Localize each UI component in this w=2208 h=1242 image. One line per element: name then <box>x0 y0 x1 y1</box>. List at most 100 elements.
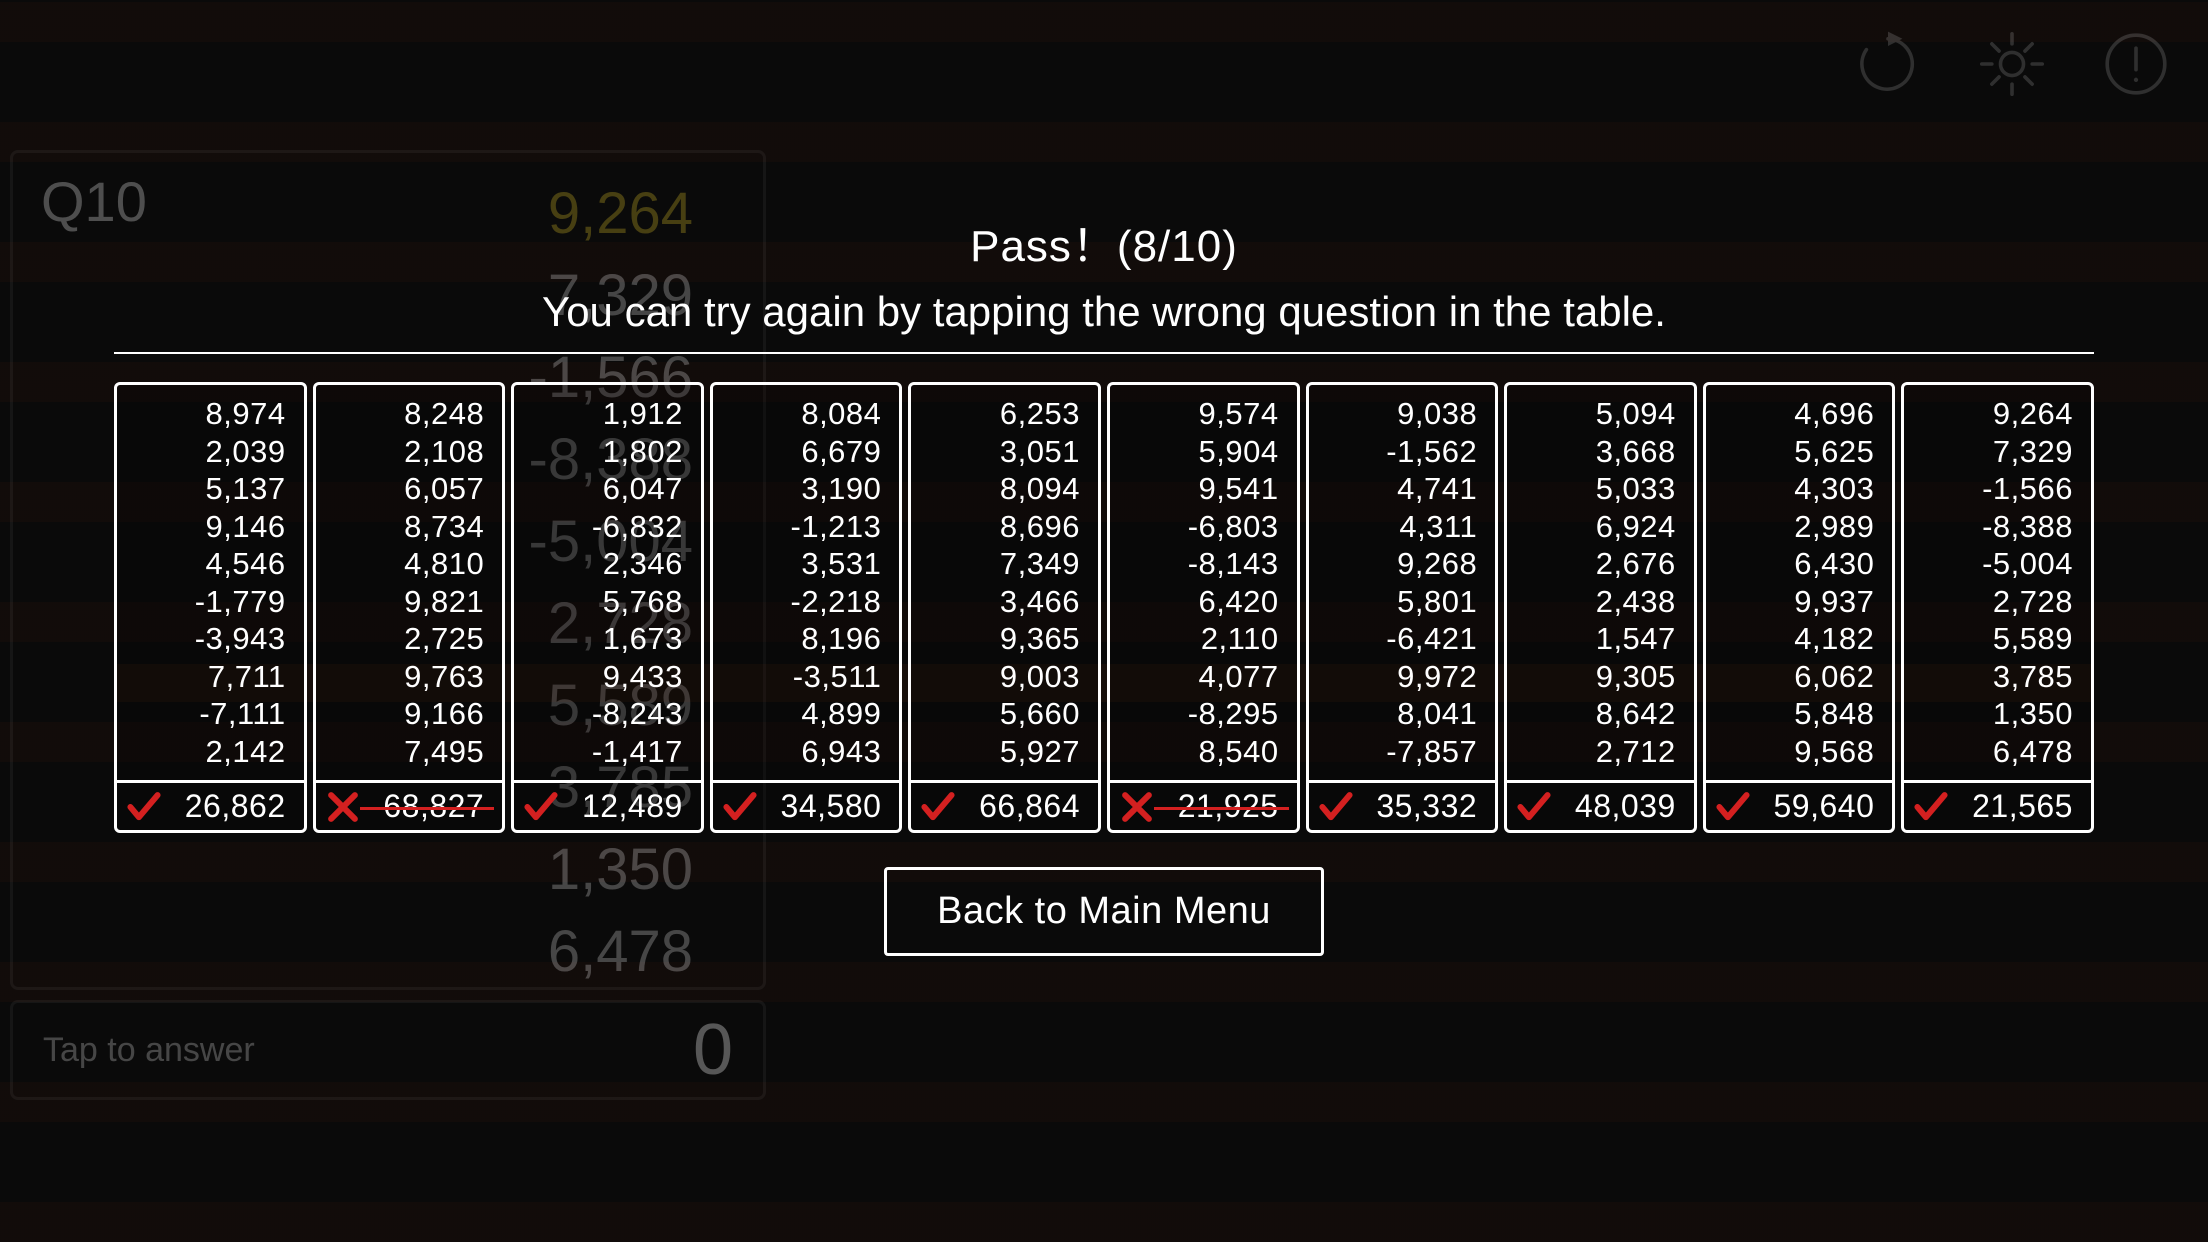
card-number-line: 7,329 <box>1922 433 2073 471</box>
card-answer-row: 12,489 <box>514 780 701 830</box>
card-number-line: 8,248 <box>334 395 485 433</box>
card-answer-row: 21,565 <box>1904 780 2091 830</box>
card-number-line: 8,041 <box>1327 695 1478 733</box>
card-number-line: -8,243 <box>532 695 683 733</box>
result-divider <box>114 352 2094 354</box>
card-answer-value: 21,925 <box>1162 788 1279 825</box>
card-answer-value: 12,489 <box>566 788 683 825</box>
result-card[interactable]: 8,2482,1086,0578,7344,8109,8212,7259,763… <box>313 382 506 833</box>
cross-icon <box>1120 790 1154 824</box>
result-card[interactable]: 9,2647,329-1,566-8,388-5,0042,7285,5893,… <box>1901 382 2094 833</box>
result-card[interactable]: 9,038-1,5624,7414,3119,2685,801-6,4219,9… <box>1306 382 1499 833</box>
card-number-line: 4,311 <box>1327 508 1478 546</box>
card-number-line: 6,062 <box>1724 658 1875 696</box>
card-number-line: 9,433 <box>532 658 683 696</box>
card-number-line: 9,003 <box>929 658 1080 696</box>
card-number-line: 1,802 <box>532 433 683 471</box>
card-number-line: 8,540 <box>1128 733 1279 771</box>
card-number-line: 6,478 <box>1922 733 2073 771</box>
card-number-line: 5,033 <box>1525 470 1676 508</box>
card-number-line: 5,625 <box>1724 433 1875 471</box>
card-number-line: 9,568 <box>1724 733 1875 771</box>
card-number-line: 6,679 <box>731 433 882 471</box>
card-number-line: -1,779 <box>135 583 286 621</box>
cross-icon <box>326 790 360 824</box>
card-number-line: 9,763 <box>334 658 485 696</box>
result-card[interactable]: 6,2533,0518,0948,6967,3493,4669,3659,003… <box>908 382 1101 833</box>
card-number-line: 7,349 <box>929 545 1080 583</box>
check-icon <box>524 790 558 824</box>
card-number-line: 4,077 <box>1128 658 1279 696</box>
card-number-line: 9,146 <box>135 508 286 546</box>
card-number-line: 4,696 <box>1724 395 1875 433</box>
card-number-line: 2,712 <box>1525 733 1676 771</box>
card-number-line: 8,974 <box>135 395 286 433</box>
card-numbers: 9,038-1,5624,7414,3119,2685,801-6,4219,9… <box>1309 385 1496 780</box>
card-number-line: 4,546 <box>135 545 286 583</box>
results-overlay: Pass！(8/10) You can try again by tapping… <box>0 0 2208 1242</box>
card-number-line: 9,972 <box>1327 658 1478 696</box>
card-number-line: 5,927 <box>929 733 1080 771</box>
card-number-line: 7,711 <box>135 658 286 696</box>
card-number-line: 3,051 <box>929 433 1080 471</box>
card-number-line: 2,108 <box>334 433 485 471</box>
card-number-line: -1,562 <box>1327 433 1478 471</box>
card-number-line: 4,303 <box>1724 470 1875 508</box>
card-number-line: 1,547 <box>1525 620 1676 658</box>
card-number-line: 5,848 <box>1724 695 1875 733</box>
result-card[interactable]: 9,5745,9049,541-6,803-8,1436,4202,1104,0… <box>1107 382 1300 833</box>
card-number-line: 9,365 <box>929 620 1080 658</box>
result-card[interactable]: 4,6965,6254,3032,9896,4309,9374,1826,062… <box>1703 382 1896 833</box>
card-number-line: 8,734 <box>334 508 485 546</box>
card-number-line: 2,725 <box>334 620 485 658</box>
card-number-line: 3,531 <box>731 545 882 583</box>
card-number-line: 5,904 <box>1128 433 1279 471</box>
card-number-line: 5,589 <box>1922 620 2073 658</box>
card-number-line: -8,295 <box>1128 695 1279 733</box>
card-number-line: -7,111 <box>135 695 286 733</box>
card-answer-row: 48,039 <box>1507 780 1694 830</box>
card-number-line: 7,495 <box>334 733 485 771</box>
card-number-line: 4,899 <box>731 695 882 733</box>
card-number-line: 1,350 <box>1922 695 2073 733</box>
card-number-line: -1,213 <box>731 508 882 546</box>
card-number-line: 8,196 <box>731 620 882 658</box>
card-number-line: 2,110 <box>1128 620 1279 658</box>
result-card[interactable]: 1,9121,8026,047-6,8322,3465,7681,6739,43… <box>511 382 704 833</box>
result-card[interactable]: 8,9742,0395,1379,1464,546-1,779-3,9437,7… <box>114 382 307 833</box>
check-icon <box>1517 790 1551 824</box>
back-main-menu-button[interactable]: Back to Main Menu <box>884 867 1324 956</box>
card-number-line: 1,912 <box>532 395 683 433</box>
card-number-line: 3,785 <box>1922 658 2073 696</box>
card-number-line: -7,857 <box>1327 733 1478 771</box>
card-number-line: 5,094 <box>1525 395 1676 433</box>
card-number-line: 9,038 <box>1327 395 1478 433</box>
card-number-line: 6,420 <box>1128 583 1279 621</box>
card-answer-value: 48,039 <box>1559 788 1676 825</box>
card-number-line: 6,924 <box>1525 508 1676 546</box>
card-numbers: 9,5745,9049,541-6,803-8,1436,4202,1104,0… <box>1110 385 1297 780</box>
card-number-line: 9,264 <box>1922 395 2073 433</box>
card-number-line: 8,094 <box>929 470 1080 508</box>
card-number-line: 9,937 <box>1724 583 1875 621</box>
card-number-line: -6,803 <box>1128 508 1279 546</box>
card-number-line: 4,810 <box>334 545 485 583</box>
card-answer-row: 68,827 <box>316 780 503 830</box>
card-number-line: 8,084 <box>731 395 882 433</box>
card-number-line: 3,190 <box>731 470 882 508</box>
card-number-line: -3,511 <box>731 658 882 696</box>
card-answer-value: 35,332 <box>1361 788 1478 825</box>
result-card[interactable]: 8,0846,6793,190-1,2133,531-2,2188,196-3,… <box>710 382 903 833</box>
card-number-line: 5,137 <box>135 470 286 508</box>
result-title: Pass！(8/10) <box>542 210 1666 274</box>
card-number-line: 4,741 <box>1327 470 1478 508</box>
card-number-line: 5,768 <box>532 583 683 621</box>
card-number-line: -8,143 <box>1128 545 1279 583</box>
card-numbers: 9,2647,329-1,566-8,388-5,0042,7285,5893,… <box>1904 385 2091 780</box>
card-numbers: 8,0846,6793,190-1,2133,531-2,2188,196-3,… <box>713 385 900 780</box>
check-icon <box>1914 790 1948 824</box>
card-number-line: 4,182 <box>1724 620 1875 658</box>
result-card[interactable]: 5,0943,6685,0336,9242,6762,4381,5479,305… <box>1504 382 1697 833</box>
card-number-line: 6,943 <box>731 733 882 771</box>
card-answer-value: 26,862 <box>169 788 286 825</box>
